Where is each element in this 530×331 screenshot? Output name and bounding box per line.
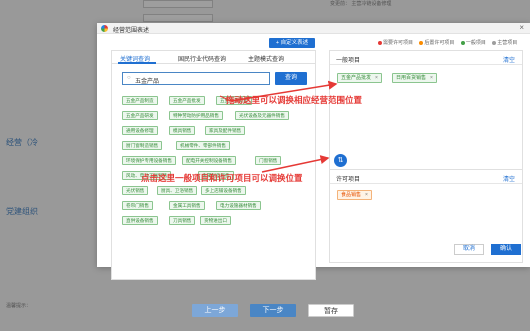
result-tag[interactable]: 厨具、卫浴销售 — [157, 186, 198, 195]
prev-step-button[interactable]: 上一步 — [192, 304, 238, 317]
selected-tag-label: 五金产品批发 — [341, 75, 372, 81]
remove-tag-icon[interactable]: × — [375, 75, 378, 81]
save-draft-button[interactable]: 暂存 — [308, 304, 354, 317]
result-tag[interactable]: 光伏设备及元器件销售 — [235, 111, 289, 120]
result-tag[interactable]: 五金产品制造 — [122, 96, 158, 105]
result-tag[interactable]: 光伏销售 — [122, 186, 149, 195]
clear-permit-button[interactable]: 清空 — [503, 174, 515, 183]
general-items-panel[interactable]: 一般项目 清空 五金产品批发 × 日用百货销售 × — [329, 50, 523, 173]
result-tag[interactable]: 厨门窗制造销售 — [122, 141, 163, 150]
result-tag[interactable]: 直供设备销售 — [122, 216, 158, 225]
drag-hint-annotation: 拖动这里可以调换相应经营范围位置 — [226, 95, 363, 105]
legend-dot-icon — [419, 40, 424, 45]
remove-tag-icon[interactable]: × — [365, 192, 368, 198]
result-tag[interactable]: 特种劳动防护用品销售 — [169, 111, 223, 120]
result-tag[interactable]: 五金产品批发 — [169, 96, 205, 105]
general-items-title: 一般项目 — [336, 58, 361, 64]
result-tag[interactable]: 配电开关控制设备销售 — [182, 156, 236, 165]
tab-topic-mode[interactable]: 主题模式查询 — [248, 54, 284, 63]
remove-tag-icon[interactable]: × — [430, 75, 433, 81]
legend: 需要许可项目 后置许可项目 一般项目 主营项目 — [373, 39, 517, 46]
result-tag[interactable]: 门窗销售 — [255, 156, 282, 165]
selected-tag-label: 食品销售 — [341, 192, 362, 198]
dialog-titlebar: 经营范围表述 × — [97, 23, 530, 34]
legend-label: 主营项目 — [497, 40, 518, 46]
cancel-button[interactable]: 取消 — [454, 244, 484, 255]
active-tab-indicator — [118, 62, 156, 64]
result-tag[interactable]: 金属工具销售 — [169, 201, 205, 210]
search-input-value: 五金产品 — [135, 79, 160, 85]
general-items-header: 一般项目 清空 — [330, 51, 522, 65]
next-step-button[interactable]: 下一步 — [250, 304, 296, 317]
tab-industry-code[interactable]: 国民行业代码查询 — [178, 54, 226, 63]
result-tag[interactable]: 卷帘门销售 — [122, 201, 153, 210]
search-input[interactable]: ○ 五金产品 — [122, 72, 270, 85]
permit-items-title: 许可项目 — [336, 177, 361, 183]
legend-label: 后置许可项目 — [424, 40, 455, 46]
selected-tag-label: 日用百货销售 — [396, 75, 427, 81]
swap-items-icon[interactable]: ⇅ — [334, 154, 347, 167]
app-logo-icon — [101, 25, 108, 32]
search-icon: ○ — [127, 75, 131, 81]
business-scope-dialog: 经营范围表述 × + 自定义表述 需要许可项目 后置许可项目 一般项目 主营项目… — [97, 23, 530, 280]
result-tag[interactable]: 通用设备修理 — [122, 126, 158, 135]
legend-dot-icon — [492, 40, 497, 45]
clear-general-button[interactable]: 清空 — [503, 55, 515, 64]
custom-expression-button[interactable]: + 自定义表述 — [269, 38, 315, 48]
dialog-title: 经营范围表述 — [113, 28, 150, 34]
selected-general-tag[interactable]: 五金产品批发 × — [337, 73, 382, 83]
result-tag[interactable]: 货物进出口 — [200, 216, 231, 225]
result-tag[interactable]: 模具销售 — [169, 126, 196, 135]
result-tag[interactable]: 家具及配件销售 — [205, 126, 246, 135]
swap-hint-annotation: 点击这里一般项目和许可项目可以调换位置 — [141, 173, 303, 183]
result-tag[interactable]: 电力设施器材销售 — [216, 201, 261, 210]
search-panel: 关键词查询 国民行业代码查询 主题模式查询 ○ 五金产品 查询 五金产品制造 五… — [111, 50, 316, 280]
result-tag[interactable]: 环境保护专用设备销售 — [122, 156, 176, 165]
result-tag[interactable]: 刀具销售 — [169, 216, 196, 225]
search-button[interactable]: 查询 — [275, 72, 307, 85]
result-tag[interactable]: 多上店铺设备销售 — [201, 186, 246, 195]
permit-items-header: 许可项目 清空 — [330, 170, 522, 184]
confirm-button[interactable]: 确认 — [491, 244, 521, 255]
result-tag[interactable]: 机械零件、零部件销售 — [176, 141, 230, 150]
selected-permit-tag[interactable]: 食品销售 × — [337, 190, 372, 200]
legend-dot-icon — [460, 40, 465, 45]
result-tag[interactable]: 五金产品研发 — [122, 111, 158, 120]
search-tabs: 关键词查询 国民行业代码查询 主题模式查询 — [112, 51, 315, 64]
close-icon[interactable]: × — [519, 23, 524, 32]
legend-dot-icon — [378, 40, 382, 45]
legend-label: 一般项目 — [465, 40, 486, 46]
legend-label: 需要许可项目 — [383, 40, 414, 46]
selected-general-tag[interactable]: 日用百货销售 × — [392, 73, 437, 83]
